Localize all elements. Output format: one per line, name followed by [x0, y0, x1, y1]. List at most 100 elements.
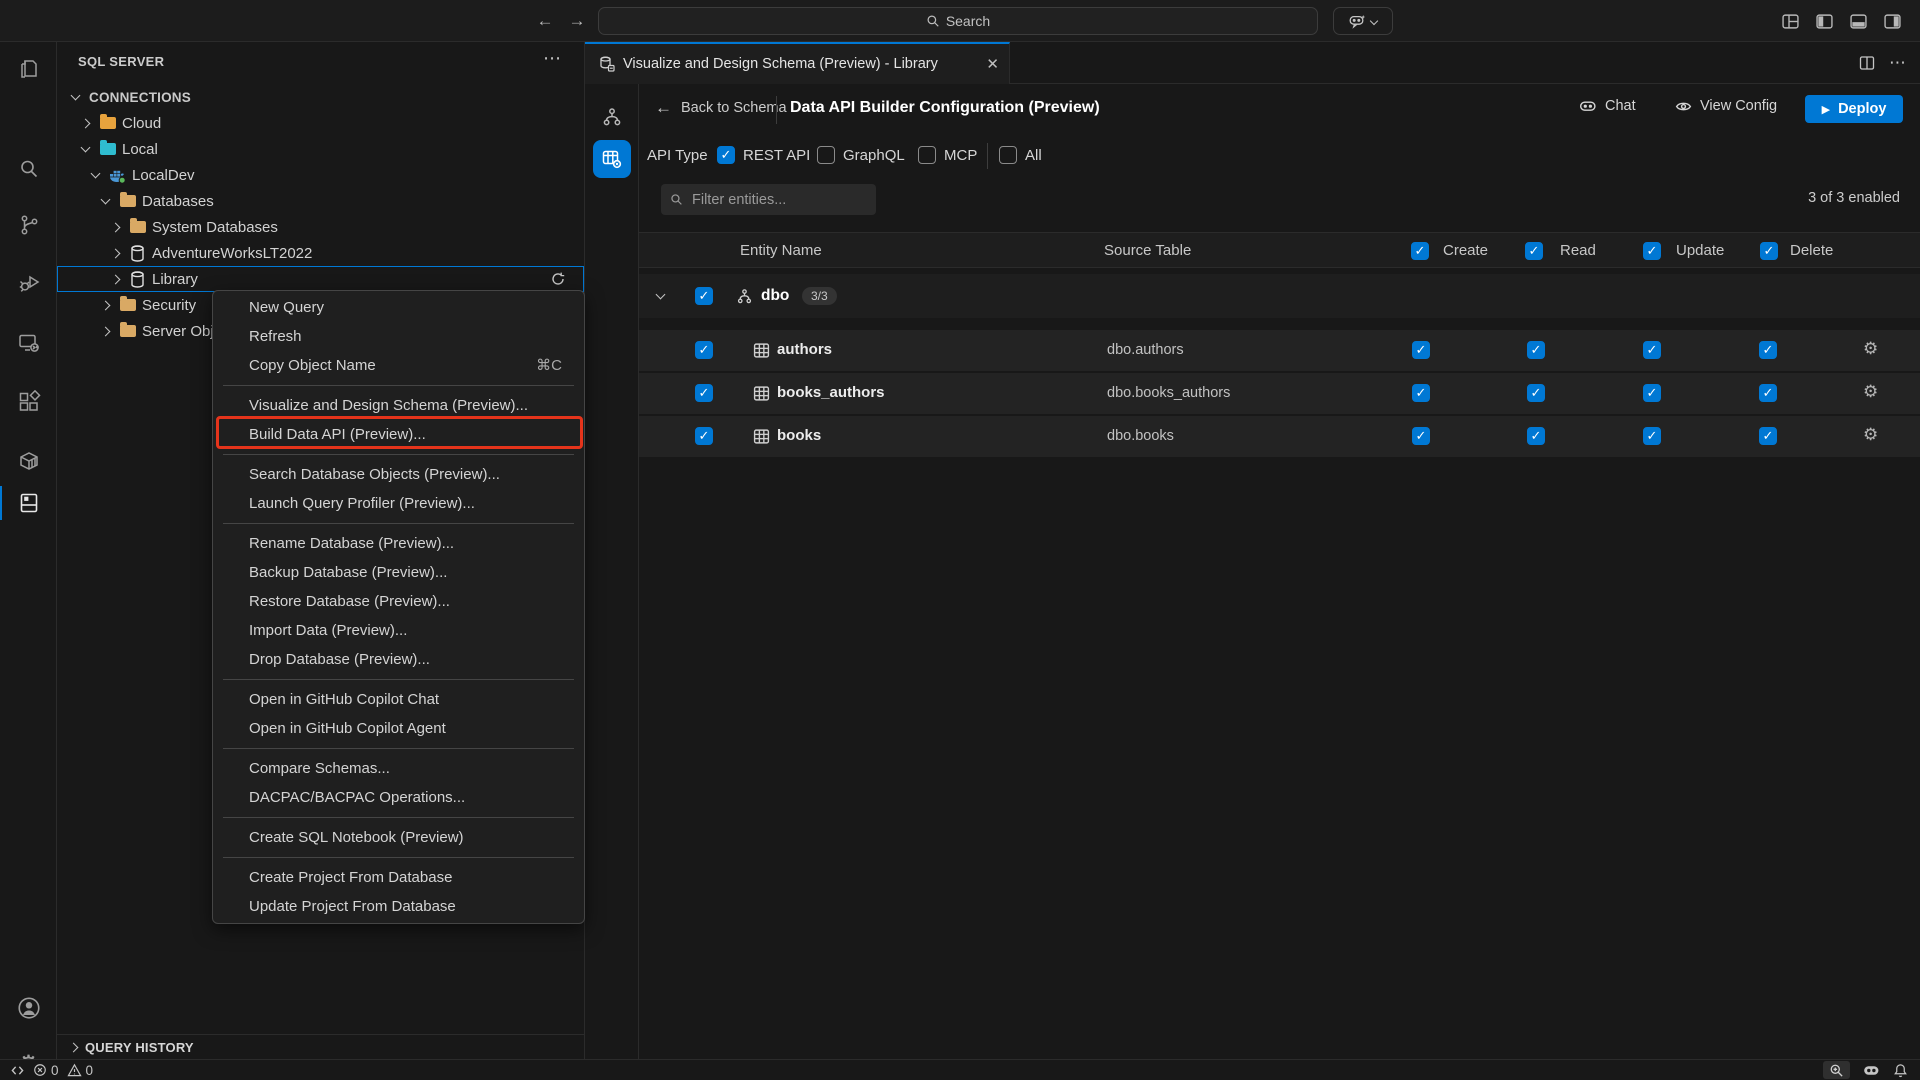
editor-more-actions-icon[interactable]: ⋯	[1889, 53, 1906, 73]
menu-item-rename-database[interactable]: Rename Database (Preview)...	[213, 529, 584, 558]
menu-item-restore-database[interactable]: Restore Database (Preview)...	[213, 587, 584, 616]
play-icon: ▶	[1822, 103, 1830, 116]
view-config-button[interactable]: View Config	[1675, 98, 1777, 114]
tree-item-local[interactable]: Local	[57, 136, 584, 162]
schema-group-row-dbo[interactable]: dbo 3/3	[639, 274, 1920, 318]
create-checkbox[interactable]	[1412, 384, 1430, 402]
extensions-icon[interactable]	[0, 380, 57, 424]
menu-item-create-sql-notebook[interactable]: Create SQL Notebook (Preview)	[213, 823, 584, 852]
tree-item-cloud[interactable]: Cloud	[57, 110, 584, 136]
tree-item-localdev[interactable]: LocalDev	[57, 162, 584, 188]
create-all-checkbox[interactable]	[1411, 242, 1429, 260]
sidebar-more-actions-icon[interactable]: ⋯	[543, 48, 562, 69]
delete-all-checkbox[interactable]	[1760, 242, 1778, 260]
update-checkbox[interactable]	[1643, 384, 1661, 402]
menu-item-build-data-api[interactable]: Build Data API (Preview)...	[213, 420, 584, 449]
refresh-icon[interactable]	[550, 271, 566, 287]
menu-item-open-copilot-chat[interactable]: Open in GitHub Copilot Chat	[213, 685, 584, 714]
create-checkbox[interactable]	[1412, 341, 1430, 359]
menu-item-create-project-from-db[interactable]: Create Project From Database	[213, 863, 584, 892]
delete-checkbox[interactable]	[1759, 341, 1777, 359]
row-settings-gear-icon[interactable]: ⚙	[1863, 382, 1878, 402]
menu-item-open-copilot-agent[interactable]: Open in GitHub Copilot Agent	[213, 714, 584, 743]
col-source-table: Source Table	[1104, 242, 1191, 259]
row-enable-checkbox[interactable]	[695, 427, 713, 445]
menu-item-launch-query-profiler[interactable]: Launch Query Profiler (Preview)...	[213, 489, 584, 518]
command-center-search[interactable]: Search	[598, 7, 1318, 35]
zoom-indicator[interactable]	[1823, 1061, 1850, 1079]
data-api-builder-icon[interactable]	[593, 140, 631, 178]
read-checkbox[interactable]	[1527, 427, 1545, 445]
read-checkbox[interactable]	[1527, 384, 1545, 402]
graphql-checkbox[interactable]	[817, 146, 835, 164]
tab-visualize-design-schema[interactable]: Visualize and Design Schema (Preview) - …	[585, 42, 1010, 84]
tree-item-connections[interactable]: CONNECTIONS	[57, 84, 584, 110]
read-checkbox[interactable]	[1527, 341, 1545, 359]
source-control-icon[interactable]	[0, 203, 57, 247]
mcp-checkbox[interactable]	[918, 146, 936, 164]
menu-item-search-database-objects[interactable]: Search Database Objects (Preview)...	[213, 460, 584, 489]
delete-checkbox[interactable]	[1759, 384, 1777, 402]
remote-explorer-icon[interactable]	[0, 321, 57, 365]
menu-item-refresh[interactable]: Refresh	[213, 322, 584, 351]
filter-entities-input[interactable]	[690, 191, 850, 209]
schema-diagram-icon[interactable]	[593, 98, 631, 136]
errors-indicator[interactable]: 0	[33, 1063, 59, 1078]
run-debug-icon[interactable]	[0, 261, 57, 305]
row-settings-gear-icon[interactable]: ⚙	[1863, 425, 1878, 445]
update-checkbox[interactable]	[1643, 427, 1661, 445]
entity-row-books-authors[interactable]: books_authors dbo.books_authors ⚙	[639, 373, 1920, 414]
tree-item-system-databases[interactable]: System Databases	[57, 214, 584, 240]
menu-item-visualize-design-schema[interactable]: Visualize and Design Schema (Preview)...	[213, 391, 584, 420]
menu-item-dacpac-bacpac[interactable]: DACPAC/BACPAC Operations...	[213, 783, 584, 812]
dbo-group-checkbox[interactable]	[695, 287, 713, 305]
copilot-status-icon[interactable]	[1862, 1063, 1881, 1078]
menu-item-new-query[interactable]: New Query	[213, 293, 584, 322]
update-checkbox[interactable]	[1643, 341, 1661, 359]
sidebar-title: SQL SERVER	[78, 54, 164, 69]
menu-item-copy-object-name[interactable]: Copy Object Name⌘C	[213, 351, 584, 380]
toggle-panel-icon[interactable]	[1846, 9, 1870, 33]
toggle-secondary-sidebar-icon[interactable]	[1880, 9, 1904, 33]
toggle-primary-sidebar-icon[interactable]	[1812, 9, 1836, 33]
query-history-section[interactable]: QUERY HISTORY	[57, 1034, 584, 1060]
search-view-icon[interactable]	[0, 147, 57, 191]
rest-api-checkbox[interactable]	[717, 146, 735, 164]
back-arrow-icon[interactable]: ←	[532, 8, 558, 34]
row-enable-checkbox[interactable]	[695, 341, 713, 359]
containers-icon[interactable]	[0, 439, 57, 483]
layout-customize-icon[interactable]	[1778, 9, 1802, 33]
remote-indicator-icon[interactable]	[10, 1064, 25, 1077]
entity-row-books[interactable]: books dbo.books ⚙	[639, 416, 1920, 457]
back-to-schema-button[interactable]: ← Back to Schema	[655, 98, 787, 118]
copilot-chat-button[interactable]	[1333, 7, 1393, 35]
update-all-checkbox[interactable]	[1643, 242, 1661, 260]
chevron-down-icon	[77, 141, 93, 157]
notifications-bell-icon[interactable]	[1893, 1063, 1908, 1078]
entity-row-authors[interactable]: authors dbo.authors ⚙	[639, 330, 1920, 371]
read-all-checkbox[interactable]	[1525, 242, 1543, 260]
tree-item-library[interactable]: Library	[57, 266, 584, 292]
menu-item-compare-schemas[interactable]: Compare Schemas...	[213, 754, 584, 783]
tree-item-adventureworks[interactable]: AdventureWorksLT2022	[57, 240, 584, 266]
delete-checkbox[interactable]	[1759, 427, 1777, 445]
sql-database-view-icon[interactable]	[0, 481, 57, 525]
forward-arrow-icon[interactable]: →	[564, 8, 590, 34]
close-icon[interactable]: ✕	[986, 55, 999, 73]
menu-item-import-data[interactable]: Import Data (Preview)...	[213, 616, 584, 645]
menu-item-drop-database[interactable]: Drop Database (Preview)...	[213, 645, 584, 674]
row-enable-checkbox[interactable]	[695, 384, 713, 402]
menu-item-update-project-from-db[interactable]: Update Project From Database	[213, 892, 584, 921]
chat-button[interactable]: Chat	[1579, 98, 1636, 114]
deploy-button[interactable]: ▶ Deploy	[1805, 95, 1903, 123]
create-checkbox[interactable]	[1412, 427, 1430, 445]
all-checkbox[interactable]	[999, 146, 1017, 164]
account-icon[interactable]	[0, 986, 57, 1030]
row-settings-gear-icon[interactable]: ⚙	[1863, 339, 1878, 359]
explorer-icon[interactable]	[0, 47, 57, 91]
tree-item-databases[interactable]: Databases	[57, 188, 584, 214]
chevron-down-icon[interactable]	[657, 294, 664, 298]
split-editor-icon[interactable]	[1859, 55, 1875, 71]
menu-item-backup-database[interactable]: Backup Database (Preview)...	[213, 558, 584, 587]
warnings-indicator[interactable]: 0	[67, 1063, 94, 1078]
